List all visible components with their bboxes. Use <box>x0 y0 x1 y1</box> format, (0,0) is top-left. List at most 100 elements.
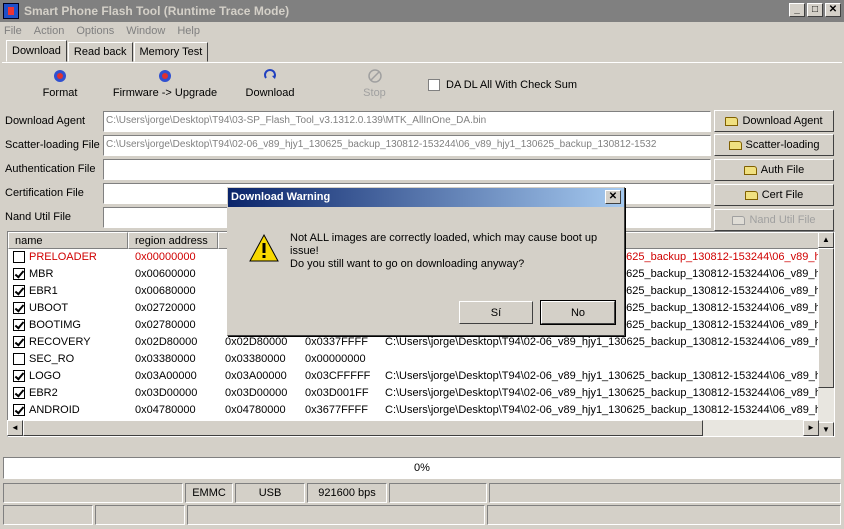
close-button[interactable]: ✕ <box>825 3 841 17</box>
status-bar-secondary <box>3 505 841 525</box>
row-file-path: C:\Users\jorge\Desktop\T94\02-06_v89_hjy… <box>385 387 822 399</box>
status-cell <box>95 505 185 525</box>
column-header-name[interactable]: name <box>8 232 128 249</box>
scroll-right-button[interactable]: ► <box>803 420 819 436</box>
scatter-loading-button[interactable]: Scatter-loading <box>714 134 834 156</box>
status-cell <box>3 505 93 525</box>
row-region-address: 0x03380000 <box>135 353 196 365</box>
download-button[interactable]: Download <box>240 69 300 99</box>
table-row[interactable]: RECOVERY 0x02D80000 0x02D80000 0x0337FFFF C:… <box>8 334 826 351</box>
vertical-scrollbar[interactable]: ▲ ▼ <box>818 232 834 436</box>
row-region-address: 0x04780000 <box>135 404 196 416</box>
dialog-title: Download Warning <box>231 191 331 203</box>
download-warning-dialog: Download Warning ✕ Not ALL images are co… <box>227 187 625 336</box>
scatter-loading-field[interactable]: C:\Users\jorge\Desktop\T94\02-06_v89_hjy… <box>103 135 711 156</box>
row-file-path: 0625_backup_130812-153244\06_v89_h <box>620 319 821 331</box>
scroll-up-button[interactable]: ▲ <box>818 232 834 248</box>
table-row[interactable]: LOGO 0x03A00000 0x03A00000 0x03CFFFFF C:\Use… <box>8 368 826 385</box>
minimize-button[interactable]: _ <box>789 3 805 17</box>
dialog-close-button[interactable]: ✕ <box>605 190 621 204</box>
dialog-message-line2: Do you still want to go on downloading a… <box>290 258 525 270</box>
checksum-checkbox[interactable] <box>428 79 440 91</box>
row-checkbox[interactable] <box>13 285 25 297</box>
row-checkbox[interactable] <box>13 404 25 416</box>
table-row[interactable]: EBR2 0x03D00000 0x03D00000 0x03D001FF C:\Use… <box>8 385 826 402</box>
dialog-message: Not ALL images are correctly loaded, whi… <box>290 232 610 271</box>
row-region-address: 0x00680000 <box>135 285 196 297</box>
folder-icon <box>728 140 742 150</box>
row-region-address: 0x00600000 <box>135 268 196 280</box>
download-agent-button[interactable]: Download Agent <box>714 110 834 132</box>
row-checkbox[interactable] <box>13 268 25 280</box>
cert-file-button[interactable]: Cert File <box>714 184 834 206</box>
menu-help[interactable]: Help <box>177 25 200 37</box>
row-region-address: 0x02720000 <box>135 302 196 314</box>
auth-file-field[interactable] <box>103 159 711 180</box>
menu-options[interactable]: Options <box>76 25 114 37</box>
table-row[interactable]: ANDROID 0x04780000 0x04780000 0x3677FFFF C:\… <box>8 402 826 419</box>
horizontal-scrollbar[interactable]: ◄ ► <box>7 420 819 436</box>
row-checkbox[interactable] <box>13 370 25 382</box>
cert-file-button-label: Cert File <box>761 189 804 201</box>
row-file-path: 0625_backup_130812-153244\06_v89_h <box>620 285 821 297</box>
status-baud: 921600 bps <box>307 483 387 503</box>
firmware-upgrade-label: Firmware -> Upgrade <box>112 87 218 99</box>
menu-bar: File Action Options Window Help <box>0 22 844 40</box>
row-checkbox[interactable] <box>13 251 25 263</box>
nand-util-button-label: Nand Util File <box>749 214 816 226</box>
row-begin-address: 0x03380000 <box>225 353 286 365</box>
tab-download[interactable]: Download <box>6 40 67 62</box>
app-icon <box>3 3 19 19</box>
nand-util-button[interactable]: Nand Util File <box>714 209 834 231</box>
tab-read-back[interactable]: Read back <box>67 42 133 62</box>
yes-button[interactable]: Sí <box>459 301 533 324</box>
format-button[interactable]: Format <box>40 69 80 99</box>
status-cell <box>487 505 841 525</box>
row-name: ANDROID <box>29 404 80 416</box>
warning-icon <box>249 233 279 262</box>
row-name: SEC_RO <box>29 353 75 365</box>
auth-file-button[interactable]: Auth File <box>714 159 834 181</box>
firmware-upgrade-button[interactable]: Firmware -> Upgrade <box>110 69 220 99</box>
row-checkbox[interactable] <box>13 336 25 348</box>
column-header-region-address[interactable]: region address <box>128 232 218 249</box>
format-label: Format <box>42 87 78 99</box>
row-checkbox[interactable] <box>13 353 25 365</box>
row-name: EBR2 <box>29 387 58 399</box>
row-begin-address: 0x02D80000 <box>225 336 288 348</box>
horizontal-scroll-thumb[interactable] <box>23 420 703 436</box>
row-begin-address: 0x04780000 <box>225 404 286 416</box>
row-checkbox[interactable] <box>13 319 25 331</box>
menu-window[interactable]: Window <box>126 25 165 37</box>
menu-file[interactable]: File <box>4 25 22 37</box>
download-agent-label: Download Agent <box>5 115 86 127</box>
table-row[interactable]: SEC_RO 0x03380000 0x03380000 0x00000000 <box>8 351 826 368</box>
auth-file-button-label: Auth File <box>760 164 805 176</box>
no-button[interactable]: No <box>540 300 616 325</box>
row-checkbox[interactable] <box>13 387 25 399</box>
row-region-address: 0x03D00000 <box>135 387 198 399</box>
stop-label: Stop <box>363 87 386 99</box>
scroll-down-button[interactable]: ▼ <box>818 422 834 436</box>
stop-button[interactable]: Stop <box>357 69 392 99</box>
row-checkbox[interactable] <box>13 302 25 314</box>
auth-file-label: Authentication File <box>5 163 96 175</box>
dialog-message-line1: Not ALL images are correctly loaded, whi… <box>290 232 598 257</box>
scroll-thumb[interactable] <box>818 248 834 388</box>
row-begin-address: 0x03A00000 <box>225 370 287 382</box>
tab-bar: Download Read back Memory Test <box>6 40 209 62</box>
row-file-path: C:\Users\jorge\Desktop\T94\02-06_v89_hjy… <box>385 404 822 416</box>
row-file-path: C:\Users\jorge\Desktop\T94\02-06_v89_hjy… <box>385 336 822 348</box>
download-agent-field[interactable]: C:\Users\jorge\Desktop\T94\03-SP_Flash_T… <box>103 111 711 132</box>
row-region-address: 0x02D80000 <box>135 336 198 348</box>
tab-memory-test[interactable]: Memory Test <box>133 42 209 62</box>
row-file-path: C:\Users\jorge\Desktop\T94\02-06_v89_hjy… <box>385 370 822 382</box>
row-region-address: 0x03A00000 <box>135 370 197 382</box>
nand-util-label: Nand Util File <box>5 211 72 223</box>
status-cell <box>489 483 841 503</box>
scatter-loading-label: Scatter-loading File <box>5 139 100 151</box>
maximize-button[interactable]: □ <box>807 3 823 17</box>
row-begin-address: 0x03D00000 <box>225 387 288 399</box>
scroll-left-button[interactable]: ◄ <box>7 420 23 436</box>
menu-action[interactable]: Action <box>34 25 65 37</box>
